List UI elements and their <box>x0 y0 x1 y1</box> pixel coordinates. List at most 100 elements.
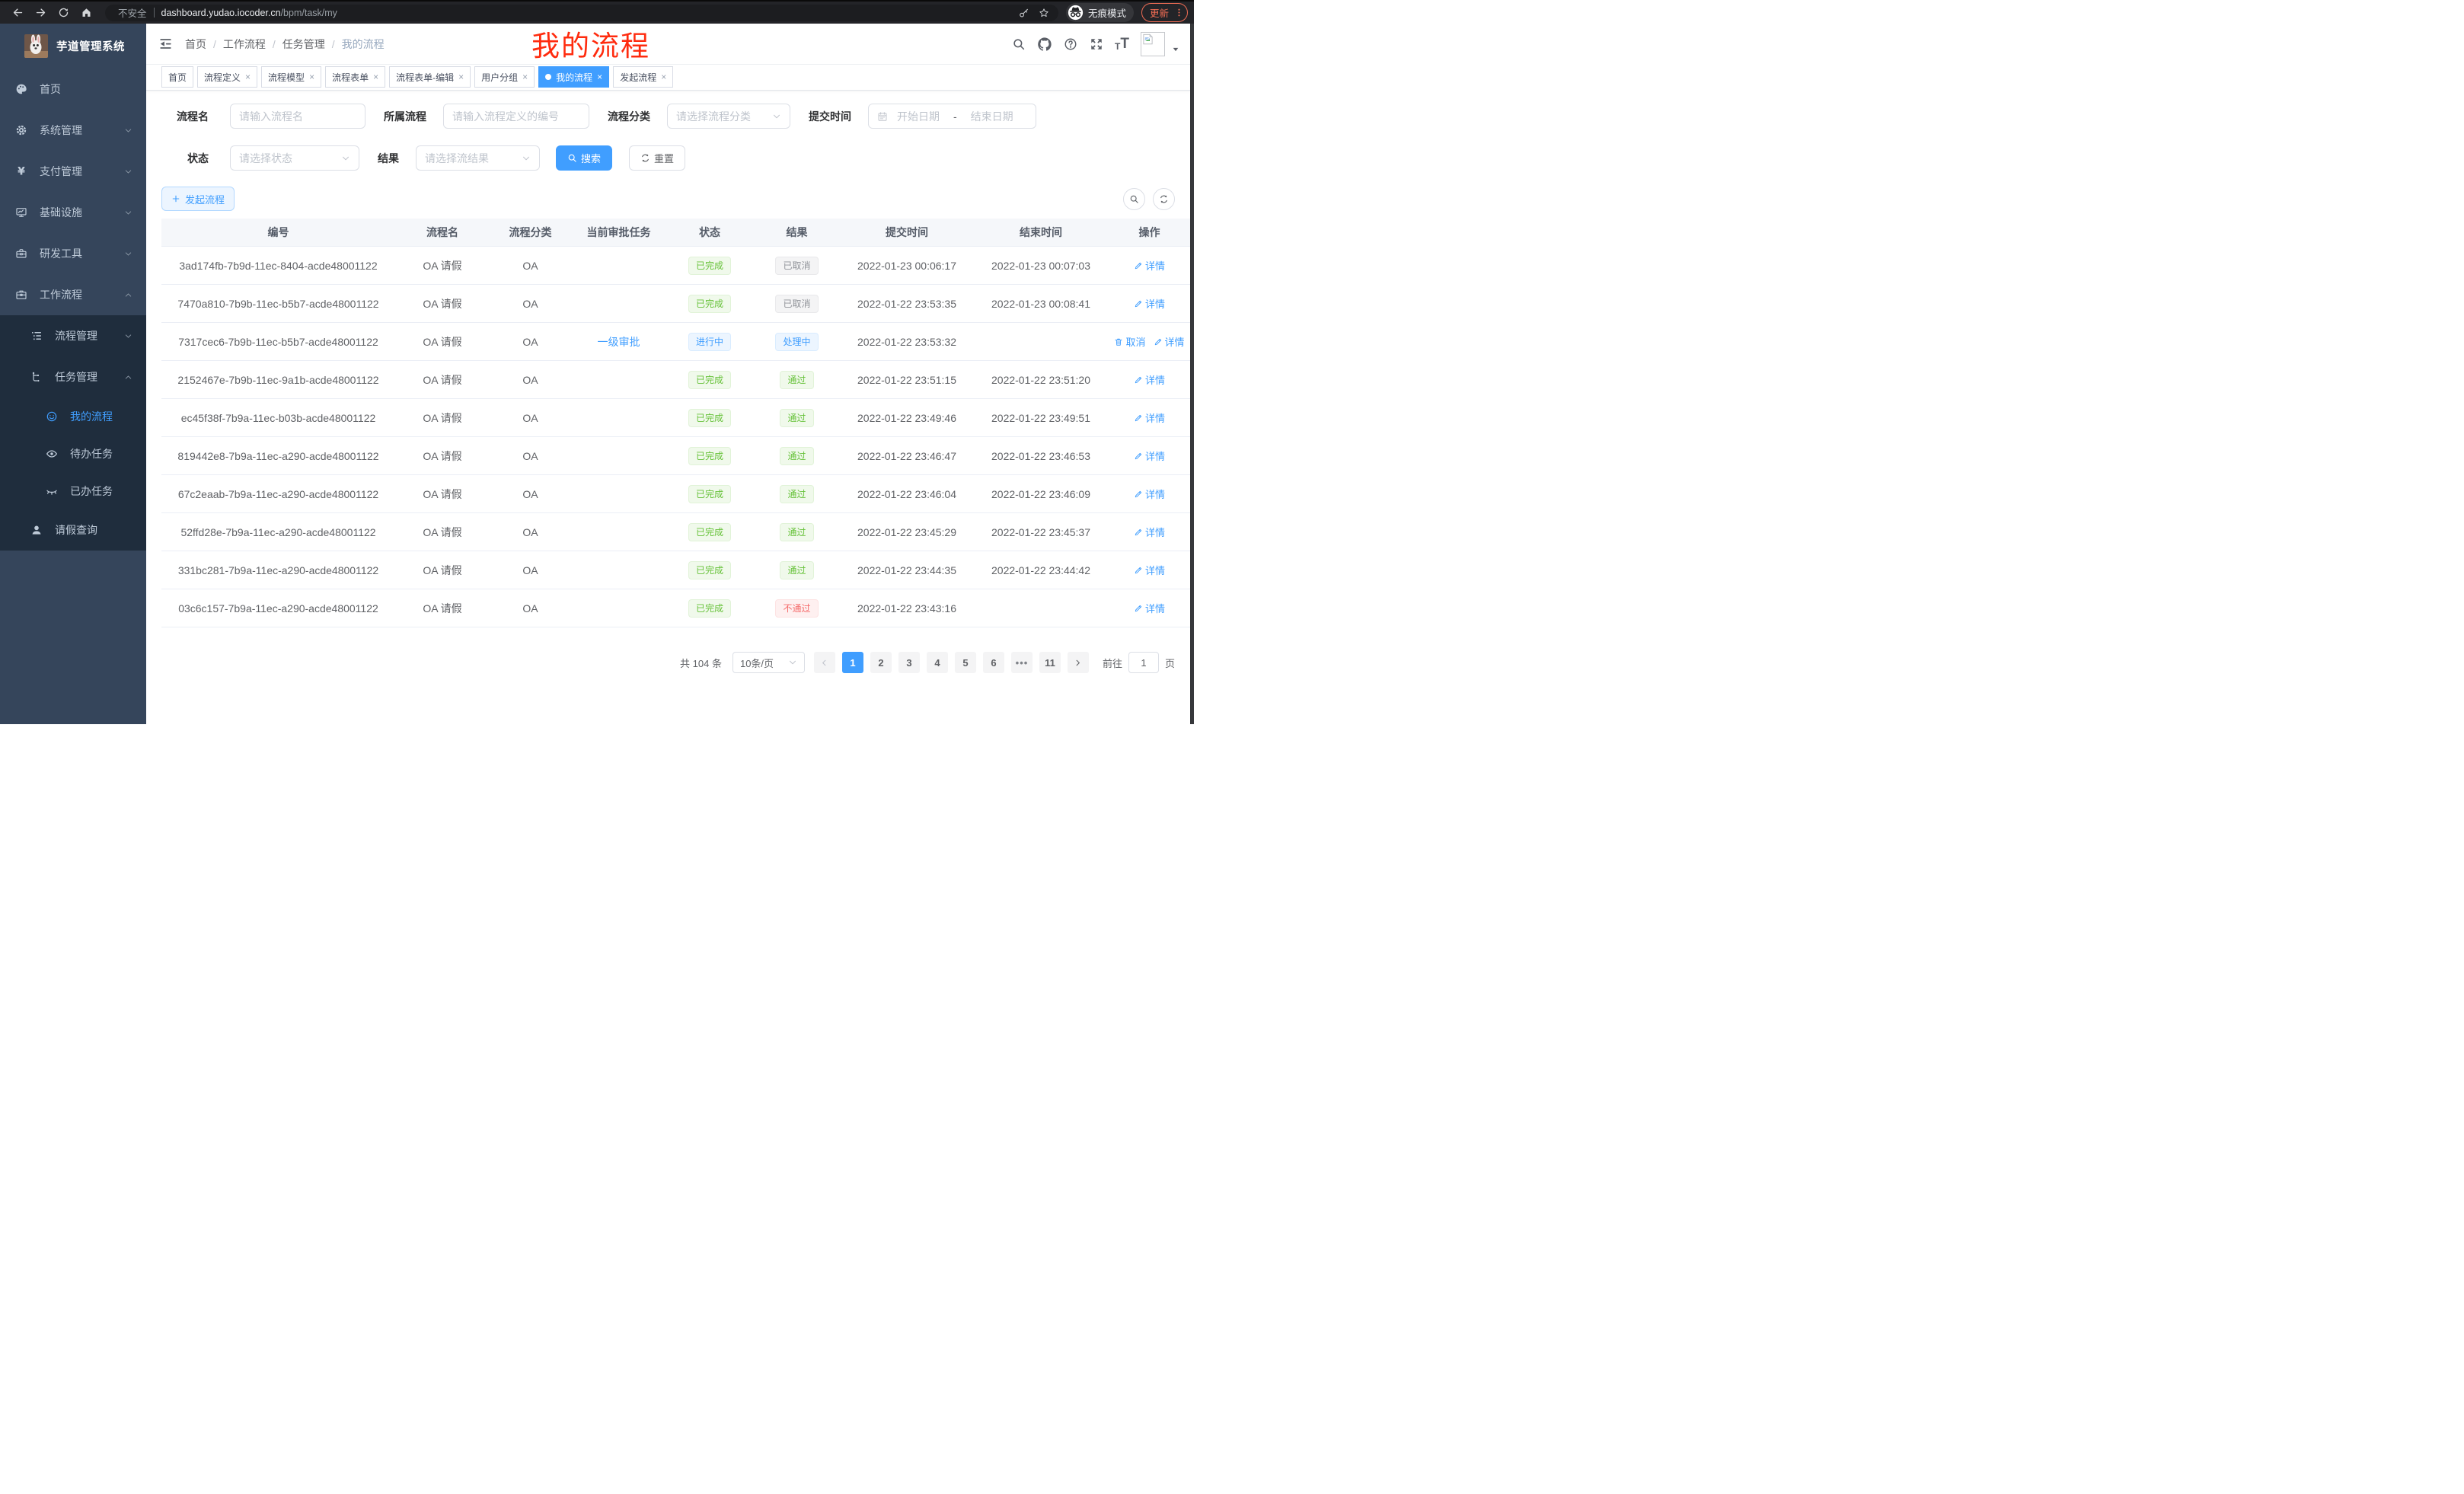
sidebar-item-3[interactable]: 基础设施 <box>0 192 146 233</box>
page-button-2[interactable]: 2 <box>870 652 892 673</box>
cell-name: OA 请假 <box>395 399 490 437</box>
breadcrumb-item[interactable]: 工作流程 <box>223 37 266 52</box>
cell-category: OA <box>490 437 571 475</box>
tab-2[interactable]: 流程模型× <box>261 66 321 88</box>
sidebar-item-2[interactable]: ¥支付管理 <box>0 151 146 192</box>
forward-button[interactable] <box>31 4 49 22</box>
search-icon[interactable] <box>1011 37 1026 51</box>
password-key-icon[interactable] <box>1019 8 1029 18</box>
page-button-6[interactable]: 6 <box>983 652 1004 673</box>
prev-page-button[interactable] <box>814 652 835 673</box>
sidebar-item-0[interactable]: 首页 <box>0 69 146 110</box>
close-icon[interactable]: × <box>458 72 464 81</box>
category-select[interactable]: 请选择流程分类 <box>667 104 790 129</box>
window-scrollbar-edge[interactable] <box>1190 24 1194 724</box>
home-button[interactable] <box>77 4 95 22</box>
name-input[interactable]: 请输入流程名 <box>230 104 365 129</box>
next-page-button[interactable] <box>1068 652 1089 673</box>
address-bar[interactable]: 不安全 dashboard.yudao.iocoder.cn/bpm/task/… <box>105 5 1058 21</box>
tab-1[interactable]: 流程定义× <box>197 66 257 88</box>
back-button[interactable] <box>8 4 27 22</box>
reset-button[interactable]: 重置 <box>629 145 685 171</box>
goto-page-input[interactable]: 1 <box>1128 652 1159 673</box>
refresh-table-button[interactable] <box>1153 188 1175 210</box>
cell-end-time: 2022-01-22 23:45:37 <box>973 513 1109 551</box>
cell-task <box>571 399 666 437</box>
cell-name: OA 请假 <box>395 285 490 323</box>
action-edit[interactable]: 详情 <box>1134 372 1165 387</box>
reload-button[interactable] <box>54 4 72 22</box>
github-icon[interactable] <box>1037 37 1052 51</box>
show-search-button[interactable] <box>1123 188 1145 210</box>
navbar-actions: TT <box>1011 32 1179 56</box>
sidebar-item-5[interactable]: 工作流程 <box>0 274 146 315</box>
close-icon[interactable]: × <box>245 72 251 81</box>
security-indicator[interactable]: 不安全 <box>114 5 147 20</box>
sidebar-toggle-icon[interactable] <box>158 37 173 51</box>
page-button-3[interactable]: 3 <box>898 652 920 673</box>
avatar[interactable] <box>1141 32 1165 56</box>
sidebar-item-9[interactable]: 待办任务 <box>0 435 146 472</box>
avatar-caret-icon[interactable] <box>1172 46 1179 53</box>
page-button-1[interactable]: 1 <box>842 652 863 673</box>
broken-image-icon <box>1142 34 1154 45</box>
task-link[interactable]: 一级审批 <box>598 336 640 348</box>
tab-6[interactable]: 我的流程× <box>538 66 609 88</box>
date-range-picker[interactable]: 开始日期 - 结束日期 <box>868 104 1036 129</box>
app-logo[interactable]: 芋道管理系统 <box>0 24 146 69</box>
chevron-down-icon <box>522 154 531 163</box>
close-icon[interactable]: × <box>309 72 314 81</box>
result-select[interactable]: 请选择流结果 <box>416 145 540 171</box>
action-edit[interactable]: 详情 <box>1154 334 1185 349</box>
page-button-4[interactable]: 4 <box>927 652 948 673</box>
sidebar-item-10[interactable]: 已办任务 <box>0 472 146 509</box>
browser-menu-icon[interactable] <box>1174 8 1184 18</box>
sidebar-item-4[interactable]: 研发工具 <box>0 233 146 274</box>
pagination: 共 104 条 10条/页 123456•••11 前往 1 页 <box>161 652 1176 673</box>
process-input[interactable]: 请输入流程定义的编号 <box>443 104 589 129</box>
chrome-update-button[interactable]: 更新 <box>1141 3 1188 22</box>
action-edit[interactable]: 详情 <box>1134 296 1165 311</box>
tab-label: 流程表单-编辑 <box>396 71 454 84</box>
sidebar-item-11[interactable]: 请假查询 <box>0 509 146 551</box>
list-icon <box>30 330 43 342</box>
breadcrumb-item[interactable]: 首页 <box>185 37 206 52</box>
pager-ellipsis[interactable]: ••• <box>1011 652 1033 673</box>
action-edit[interactable]: 详情 <box>1134 487 1165 501</box>
action-edit[interactable]: 详情 <box>1134 449 1165 463</box>
tab-7[interactable]: 发起流程× <box>613 66 673 88</box>
tab-4[interactable]: 流程表单-编辑 × <box>389 66 471 88</box>
help-icon[interactable] <box>1063 37 1077 51</box>
action-edit[interactable]: 详情 <box>1134 410 1165 425</box>
close-icon[interactable]: × <box>373 72 378 81</box>
status-select[interactable]: 请选择状态 <box>230 145 359 171</box>
action-edit[interactable]: 详情 <box>1134 601 1165 615</box>
cell-result: 通过 <box>753 399 841 437</box>
action-edit[interactable]: 详情 <box>1134 563 1165 577</box>
fullscreen-icon[interactable] <box>1089 37 1103 51</box>
cell-actions: 取消详情 <box>1109 323 1190 361</box>
page-button-5[interactable]: 5 <box>955 652 976 673</box>
start-process-button[interactable]: 发起流程 <box>161 187 235 211</box>
tab-5[interactable]: 用户分组× <box>474 66 535 88</box>
breadcrumb-item[interactable]: 任务管理 <box>282 37 325 52</box>
sidebar-item-6[interactable]: 流程管理 <box>0 315 146 356</box>
search-button[interactable]: 搜索 <box>556 145 612 171</box>
action-trash[interactable]: 取消 <box>1114 334 1145 349</box>
action-edit[interactable]: 详情 <box>1134 258 1165 273</box>
font-size-icon[interactable]: TT <box>1115 37 1129 51</box>
tab-3[interactable]: 流程表单× <box>325 66 385 88</box>
page-button-11[interactable]: 11 <box>1039 652 1061 673</box>
sidebar-item-7[interactable]: 任务管理 <box>0 356 146 397</box>
incognito-badge: 无痕模式 <box>1066 3 1134 22</box>
action-edit[interactable]: 详情 <box>1134 525 1165 539</box>
close-icon[interactable]: × <box>522 72 528 81</box>
tab-0[interactable]: 首页 <box>161 66 193 88</box>
bookmark-star-icon[interactable] <box>1039 8 1049 18</box>
sidebar-item-1[interactable]: 系统管理 <box>0 110 146 151</box>
sidebar-item-8[interactable]: 我的流程 <box>0 397 146 435</box>
close-icon[interactable]: × <box>661 72 666 81</box>
action-label: 详情 <box>1145 525 1165 539</box>
page-size-select[interactable]: 10条/页 <box>732 652 805 673</box>
close-icon[interactable]: × <box>597 72 602 81</box>
